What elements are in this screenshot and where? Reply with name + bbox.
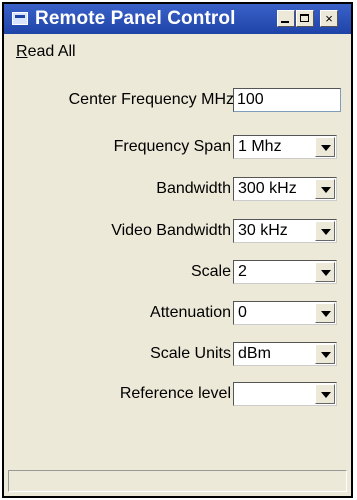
row-reference-level: Reference level [4,378,351,412]
bandwidth-value: 300 kHz [238,180,297,197]
row-attenuation: Attenuation 0 [4,297,351,331]
reference-level-select[interactable] [233,382,337,406]
scale-label: Scale [190,263,231,280]
maximize-icon [300,14,309,22]
attenuation-select[interactable]: 0 [233,301,337,325]
frequency-span-label: Frequency Span [113,138,231,155]
bandwidth-select[interactable]: 300 kHz [233,177,337,201]
title-bar[interactable]: Remote Panel Control × [4,4,351,34]
bandwidth-label: Bandwidth [156,180,231,197]
scale-select[interactable]: 2 [233,260,337,284]
chevron-down-icon[interactable] [315,262,335,282]
close-icon: × [325,11,333,26]
row-center-frequency: Center Frequency MHz 100 [4,84,351,118]
close-button[interactable]: × [320,10,338,27]
video-bandwidth-select[interactable]: 30 kHz [233,219,337,243]
minimize-button[interactable] [277,10,295,27]
reference-level-label: Reference level [119,385,231,402]
chevron-down-icon[interactable] [315,221,335,241]
video-bandwidth-value: 30 kHz [238,222,288,239]
status-bar [8,470,347,492]
center-frequency-label: Center Frequency MHz [68,91,234,108]
scale-units-label: Scale Units [150,345,231,362]
maximize-button[interactable] [296,10,314,27]
menu-bar: Read All [4,34,351,66]
window-title: Remote Panel Control [35,8,236,29]
remote-panel-window: Remote Panel Control × Read All Center F… [2,2,353,498]
row-video-bandwidth: Video Bandwidth 30 kHz [4,215,351,249]
scale-value: 2 [238,263,247,280]
minimize-icon [281,21,289,23]
attenuation-label: Attenuation [150,304,231,321]
chevron-down-icon[interactable] [315,179,335,199]
chevron-down-icon[interactable] [315,137,335,157]
row-scale: Scale 2 [4,256,351,290]
chevron-down-icon[interactable] [315,303,335,323]
attenuation-value: 0 [238,304,247,321]
frequency-span-select[interactable]: 1 Mhz [233,135,337,159]
frequency-span-value: 1 Mhz [238,138,282,155]
app-icon[interactable] [12,12,28,25]
row-bandwidth: Bandwidth 300 kHz [4,173,351,207]
scale-units-value: dBm [238,345,271,362]
row-frequency-span: Frequency Span 1 Mhz [4,131,351,165]
chevron-down-icon[interactable] [315,384,335,404]
chevron-down-icon[interactable] [315,344,335,364]
menu-read-all[interactable]: Read All [16,43,76,61]
row-scale-units: Scale Units dBm [4,338,351,372]
center-frequency-input[interactable]: 100 [233,88,341,112]
scale-units-select[interactable]: dBm [233,342,337,366]
video-bandwidth-label: Video Bandwidth [111,222,231,239]
